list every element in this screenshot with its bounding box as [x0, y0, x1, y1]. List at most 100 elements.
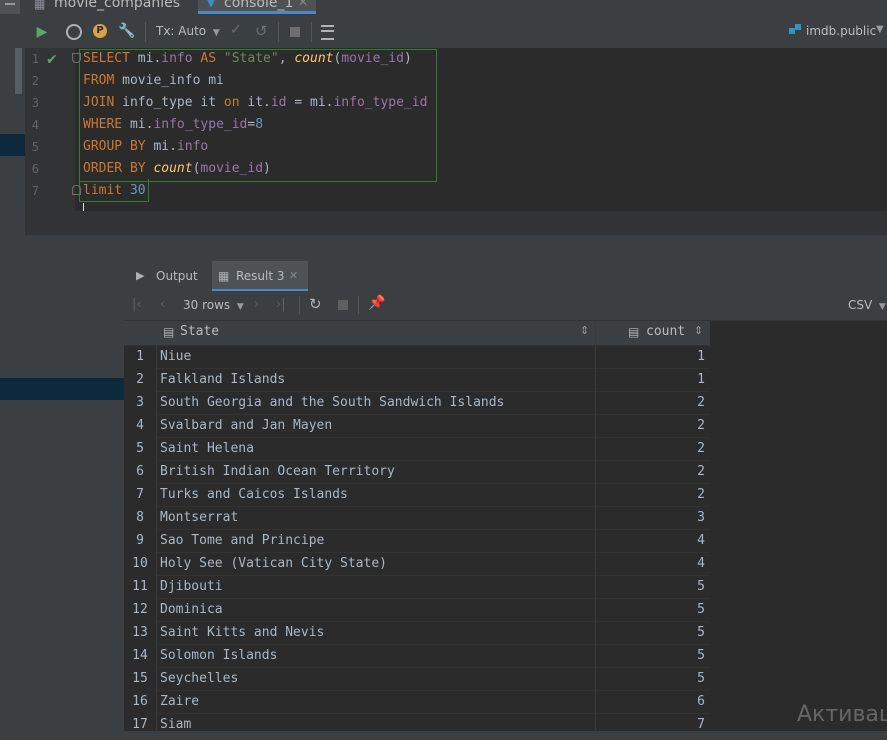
cell-count[interactable]: 7	[596, 717, 705, 732]
fold-icon[interactable]	[72, 53, 81, 63]
tab-console-1[interactable]: ▼ console_1 ✕	[198, 0, 316, 14]
cell-state[interactable]: Falkland Islands	[160, 372, 285, 387]
cell-state[interactable]: Montserrat	[160, 510, 238, 525]
console-icon: ▼	[206, 0, 216, 10]
cell-state[interactable]: Dominica	[160, 602, 223, 617]
code-line[interactable]: limit 30	[83, 183, 146, 198]
code-line[interactable]: FROM movie_info mi	[83, 73, 224, 88]
pin-icon[interactable]: 📌	[368, 295, 385, 311]
code-line[interactable]: SELECT mi.info AS "State", count(movie_i…	[83, 51, 412, 66]
row-number: 8	[136, 510, 144, 525]
cell-state[interactable]: Seychelles	[160, 671, 238, 686]
cell-count[interactable]: 5	[596, 602, 705, 617]
last-page-icon[interactable]: ›|	[276, 297, 286, 312]
cell-count[interactable]: 4	[596, 556, 705, 571]
schema-selector[interactable]: imdb.public	[806, 24, 876, 38]
cell-count[interactable]: 3	[596, 510, 705, 525]
grid-icon[interactable]	[321, 25, 334, 40]
column-header-count[interactable]: count	[646, 324, 685, 339]
code-token: movie_id	[200, 161, 264, 176]
code-line[interactable]: ORDER BY count(movie_id)	[83, 161, 271, 176]
cell-count[interactable]: 2	[596, 418, 705, 433]
cell-count[interactable]: 2	[596, 441, 705, 456]
commit-icon[interactable]: ✓	[230, 22, 242, 38]
services-selected-item[interactable]	[0, 378, 124, 400]
code-line[interactable]: WHERE mi.info_type_id=8	[83, 117, 263, 132]
code-line[interactable]: GROUP BY mi.info	[83, 139, 208, 154]
cell-state[interactable]: Saint Helena	[160, 441, 254, 456]
cell-state[interactable]: Saint Kitts and Nevis	[160, 625, 324, 640]
cell-state[interactable]: Turks and Caicos Islands	[160, 487, 348, 502]
cell-state[interactable]: Siam	[160, 717, 191, 732]
next-page-icon[interactable]: ›	[254, 297, 259, 312]
close-icon[interactable]: ✕	[298, 0, 308, 9]
cell-count[interactable]: 5	[596, 671, 705, 686]
cell-count[interactable]: 4	[596, 533, 705, 548]
row-number: 9	[136, 533, 144, 548]
chevron-down-icon: ▼	[876, 302, 886, 312]
page-size-dropdown[interactable]: 30 rows ▼	[183, 298, 244, 312]
scrollbar[interactable]	[15, 48, 22, 94]
cell-state[interactable]: British Indian Ocean Territory	[160, 464, 395, 479]
services-tree	[0, 261, 124, 740]
cell-count[interactable]: 5	[596, 648, 705, 663]
cell-count[interactable]: 5	[596, 579, 705, 594]
tab-output[interactable]: Output	[156, 269, 198, 283]
history-icon[interactable]	[66, 24, 82, 40]
cell-state[interactable]: Niue	[160, 349, 191, 364]
column-icon: ▤	[163, 325, 175, 339]
cell-count[interactable]: 6	[596, 694, 705, 709]
stop-icon[interactable]	[290, 27, 300, 37]
wrench-icon[interactable]: 🔧	[118, 22, 135, 40]
rollback-icon[interactable]: ↺	[255, 22, 268, 40]
run-icon[interactable]: ▶	[34, 23, 50, 41]
cell-count[interactable]: 2	[596, 395, 705, 410]
project-selected-row[interactable]	[0, 134, 25, 156]
stop-icon[interactable]	[338, 300, 348, 310]
schema-icon	[789, 24, 802, 36]
settings-icon[interactable]: P	[93, 24, 107, 38]
chevron-down-icon[interactable]: ▼	[876, 24, 884, 35]
row-number: 15	[132, 671, 148, 686]
chevron-down-icon: ▼	[234, 302, 244, 312]
line-number: 6	[31, 162, 39, 176]
row-number-separator	[156, 345, 157, 740]
panel-divider[interactable]	[0, 235, 887, 261]
code-token: JOIN	[83, 95, 123, 110]
cell-state[interactable]: Svalbard and Jan Mayen	[160, 418, 332, 433]
row-number: 12	[132, 602, 148, 617]
code-token: info	[176, 139, 209, 154]
code-line[interactable]: JOIN info_type it on it.id = mi.info_typ…	[83, 95, 427, 110]
cell-state[interactable]: Djibouti	[160, 579, 223, 594]
cell-count[interactable]: 1	[596, 349, 705, 364]
code-token: )	[403, 51, 412, 66]
cell-state[interactable]: Holy See (Vatican City State)	[160, 556, 387, 571]
code-token: ORDER BY	[83, 161, 154, 176]
cell-state[interactable]: Solomon Islands	[160, 648, 277, 663]
code-token: mi.	[137, 51, 162, 66]
cell-count[interactable]: 2	[596, 487, 705, 502]
code-token: limit	[83, 183, 130, 198]
sort-icon[interactable]: ⇕	[580, 324, 589, 337]
cell-state[interactable]: South Georgia and the South Sandwich Isl…	[160, 395, 504, 410]
cell-count[interactable]: 1	[596, 372, 705, 387]
window-menu-button[interactable]	[0, 0, 20, 14]
cell-state[interactable]: Zaire	[160, 694, 199, 709]
code-token: ,	[278, 51, 295, 66]
prev-page-icon[interactable]: ‹	[160, 297, 165, 312]
code-token: = mi.	[286, 95, 334, 110]
console-output-icon: ▶	[136, 269, 145, 282]
refresh-icon[interactable]: ↻	[309, 295, 322, 313]
tab-result-3[interactable]: ▦ Result 3 ✕	[212, 261, 308, 292]
code-token: GROUP BY	[83, 139, 154, 154]
tx-mode-dropdown[interactable]: Tx: Auto ▼	[156, 24, 220, 38]
cell-count[interactable]: 2	[596, 464, 705, 479]
cell-state[interactable]: Sao Tome and Principe	[160, 533, 324, 548]
sort-icon[interactable]: ⇕	[694, 324, 703, 337]
cell-count[interactable]: 5	[596, 625, 705, 640]
close-icon[interactable]: ✕	[289, 269, 298, 282]
fold-icon[interactable]	[72, 185, 81, 195]
first-page-icon[interactable]: |‹	[132, 297, 142, 312]
column-header-state[interactable]: State	[180, 324, 219, 339]
export-format-dropdown[interactable]: CSV ▼	[848, 298, 886, 312]
